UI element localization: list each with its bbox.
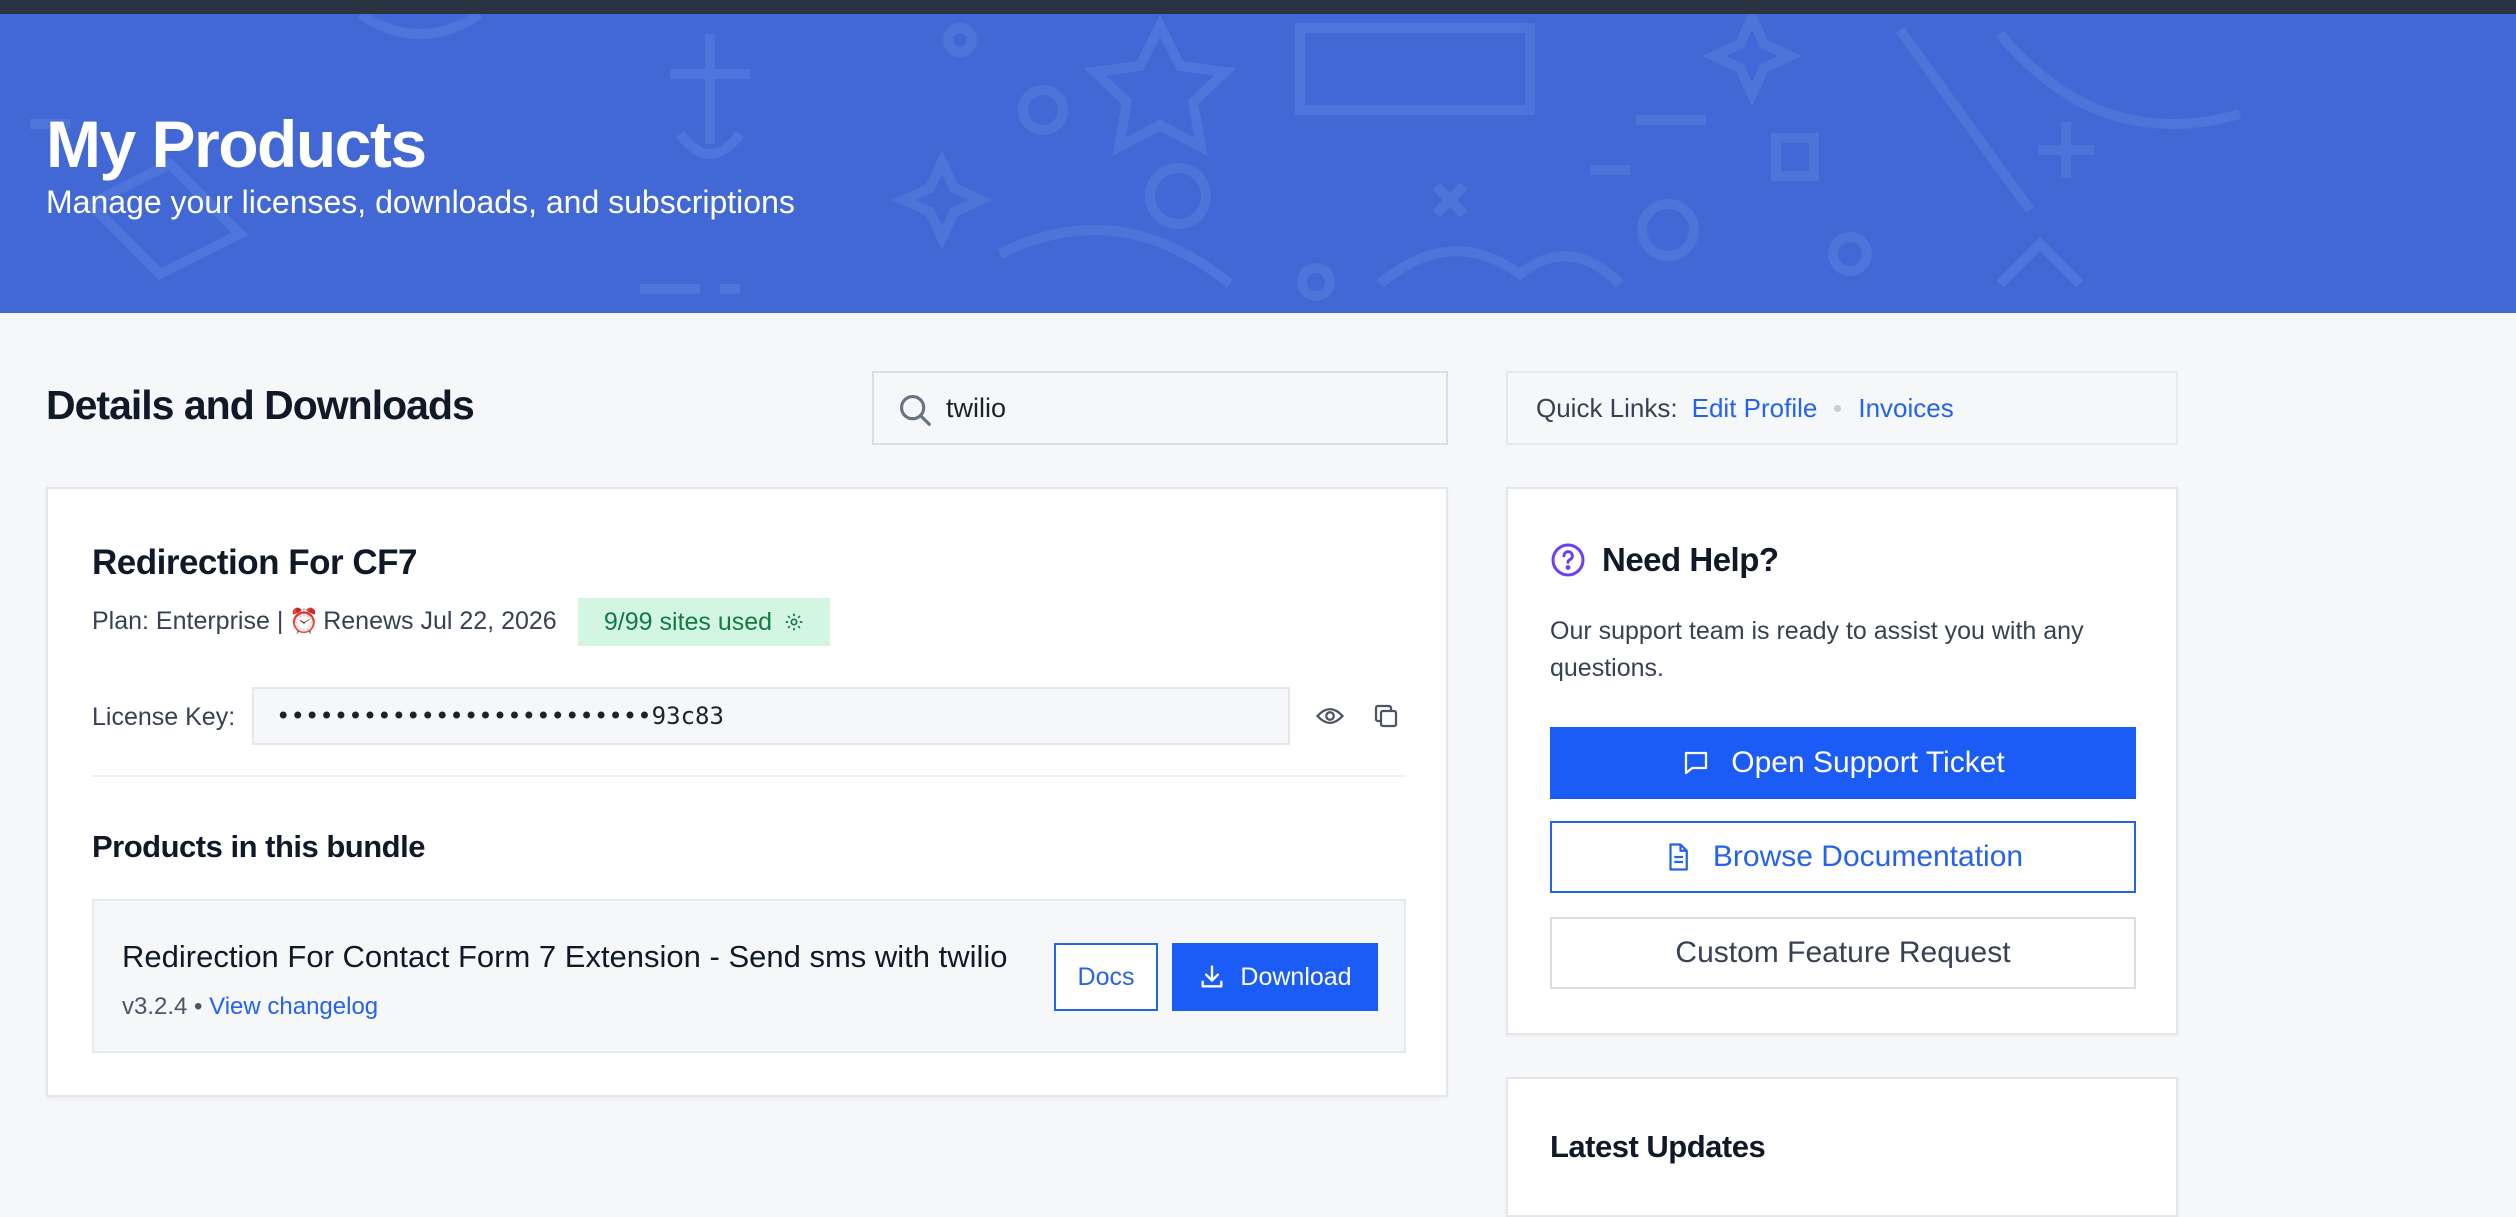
download-label: Download (1240, 962, 1352, 991)
view-changelog-link[interactable]: View changelog (209, 993, 378, 1020)
help-description: Our support team is ready to assist you … (1550, 617, 2084, 682)
eye-icon (1315, 708, 1345, 724)
help-title-text: Need Help? (1602, 541, 1779, 578)
open-support-ticket-button[interactable]: Open Support Ticket (1550, 727, 2136, 799)
page-subtitle: Manage your licenses, downloads, and sub… (46, 184, 795, 220)
plan-label: Plan: Enterprise | (92, 607, 284, 635)
document-icon (1669, 843, 1688, 871)
show-key-button[interactable] (1310, 696, 1350, 736)
open-support-ticket-label: Open Support Ticket (1731, 746, 2005, 779)
latest-updates-title: Latest Updates (1550, 1129, 1766, 1164)
search-icon (899, 394, 931, 426)
product-name: Redirection For CF7 (92, 543, 417, 582)
sites-used-text: 9/99 sites used (603, 607, 773, 636)
page-title: My Products (46, 107, 427, 181)
top-bar (0, 0, 2516, 14)
separator-dot (1834, 404, 1842, 412)
latest-updates-card: Latest Updates (1506, 1077, 2178, 1217)
bundle-product-name: Redirection For Contact Form 7 Extension… (122, 939, 1008, 974)
hero-banner: My Products Manage your licenses, downlo… (0, 14, 2516, 313)
copy-key-button[interactable] (1366, 696, 1406, 736)
help-title: Need Help? (1550, 541, 1779, 579)
browse-documentation-label: Browse Documentation (1712, 840, 2024, 873)
search-input[interactable] (946, 383, 1426, 433)
bundle-product-item: Redirection For Contact Form 7 Extension… (92, 899, 1406, 1053)
product-card: Redirection For CF7 Plan: Enterprise | ⏰… (46, 487, 1448, 1097)
edit-profile-link[interactable]: Edit Profile (1692, 393, 1818, 424)
bundle-title: Products in this bundle (92, 829, 425, 864)
license-key-label: License Key: (92, 703, 236, 731)
download-button[interactable]: Download (1172, 943, 1378, 1011)
help-card: Need Help? Our support team is ready to … (1506, 487, 2178, 1035)
sites-used-badge[interactable]: 9/99 sites used (578, 598, 830, 646)
custom-feature-request-label: Custom Feature Request (1675, 936, 2011, 969)
custom-feature-request-button[interactable]: Custom Feature Request (1550, 917, 2136, 989)
alarm-clock-icon: ⏰ (289, 608, 320, 635)
license-key-field: ••••••••••••••••••••••••••93c83 (252, 687, 1290, 745)
bundle-product-meta: v3.2.4 • View changelog (122, 993, 378, 1021)
help-circle-icon (1551, 543, 1585, 577)
version-label: v3.2.4 • (122, 993, 203, 1020)
section-title: Details and Downloads (46, 382, 475, 428)
gear-icon (785, 613, 803, 631)
docs-button[interactable]: Docs (1054, 943, 1158, 1011)
renewal-date: Renews Jul 22, 2026 (323, 607, 557, 635)
divider (92, 775, 1406, 777)
copy-icon (1374, 704, 1398, 728)
quick-links-label: Quick Links: (1536, 392, 1678, 423)
chat-bubble-icon (1685, 751, 1708, 775)
invoices-link[interactable]: Invoices (1858, 393, 1953, 424)
download-icon (1201, 965, 1223, 988)
search-box[interactable] (872, 371, 1448, 445)
plan-info: Plan: Enterprise | ⏰ Renews Jul 22, 2026 (92, 607, 557, 636)
quick-links-bar: Quick Links: Edit Profile Invoices (1506, 371, 2178, 445)
browse-documentation-button[interactable]: Browse Documentation (1550, 821, 2136, 893)
